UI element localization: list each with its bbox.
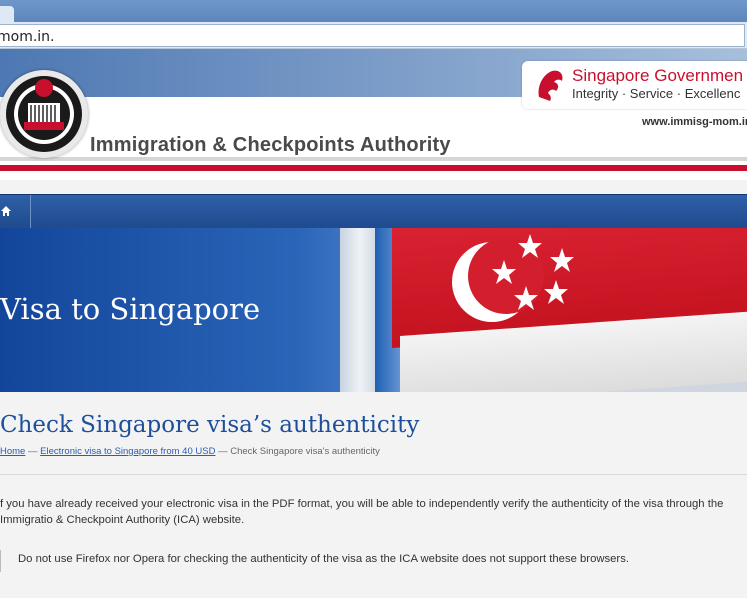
browser-titlebar [0,0,747,22]
gov-motto: Integrity · Service · Excellenc [572,86,741,101]
browser-toolbar: mom.in. [0,22,747,49]
page-title: Check Singapore visa’s authenticity [0,412,420,438]
site-url: www.immisg-mom.in [642,116,747,128]
content-divider [0,474,747,475]
browser-notice: Do not use Firefox nor Opera for checkin… [0,550,747,572]
breadcrumb-separator: — [215,446,231,457]
breadcrumb-current: Check Singapore visa's authenticity [230,446,380,457]
address-url[interactable]: mom.in. [0,29,55,45]
intro-paragraph: f you have already received your electro… [0,498,724,526]
ica-emblem-icon[interactable] [0,70,88,158]
breadcrumb-separator: — [25,446,41,457]
breadcrumb-home-link[interactable]: Home [0,446,25,457]
nav-home-button[interactable] [0,195,31,229]
home-icon [1,206,11,216]
breadcrumb: Home — Electronic visa to Singapore from… [0,446,380,457]
browser-notice-text: Do not use Firefox nor Opera for checkin… [18,553,629,565]
address-bar[interactable]: mom.in. [0,24,745,47]
browser-tab[interactable] [0,6,14,22]
gov-title: Singapore Governmen [572,66,744,85]
agency-name: Immigration & Checkpoints Authority [90,134,451,156]
header-divider [0,157,747,161]
crescent-stars-icon [452,234,574,322]
singapore-government-badge[interactable]: Singapore Governmen Integrity · Service … [522,61,747,109]
breadcrumb-parent-link[interactable]: Electronic visa to Singapore from 40 USD [40,446,215,457]
hero-title: Visa to Singapore [0,292,261,326]
main-nav [0,194,747,229]
flag-pole [340,228,380,392]
hero-banner: Visa to Singapore [0,228,747,392]
singapore-lion-icon [538,70,563,101]
header-red-stripe [0,165,747,171]
